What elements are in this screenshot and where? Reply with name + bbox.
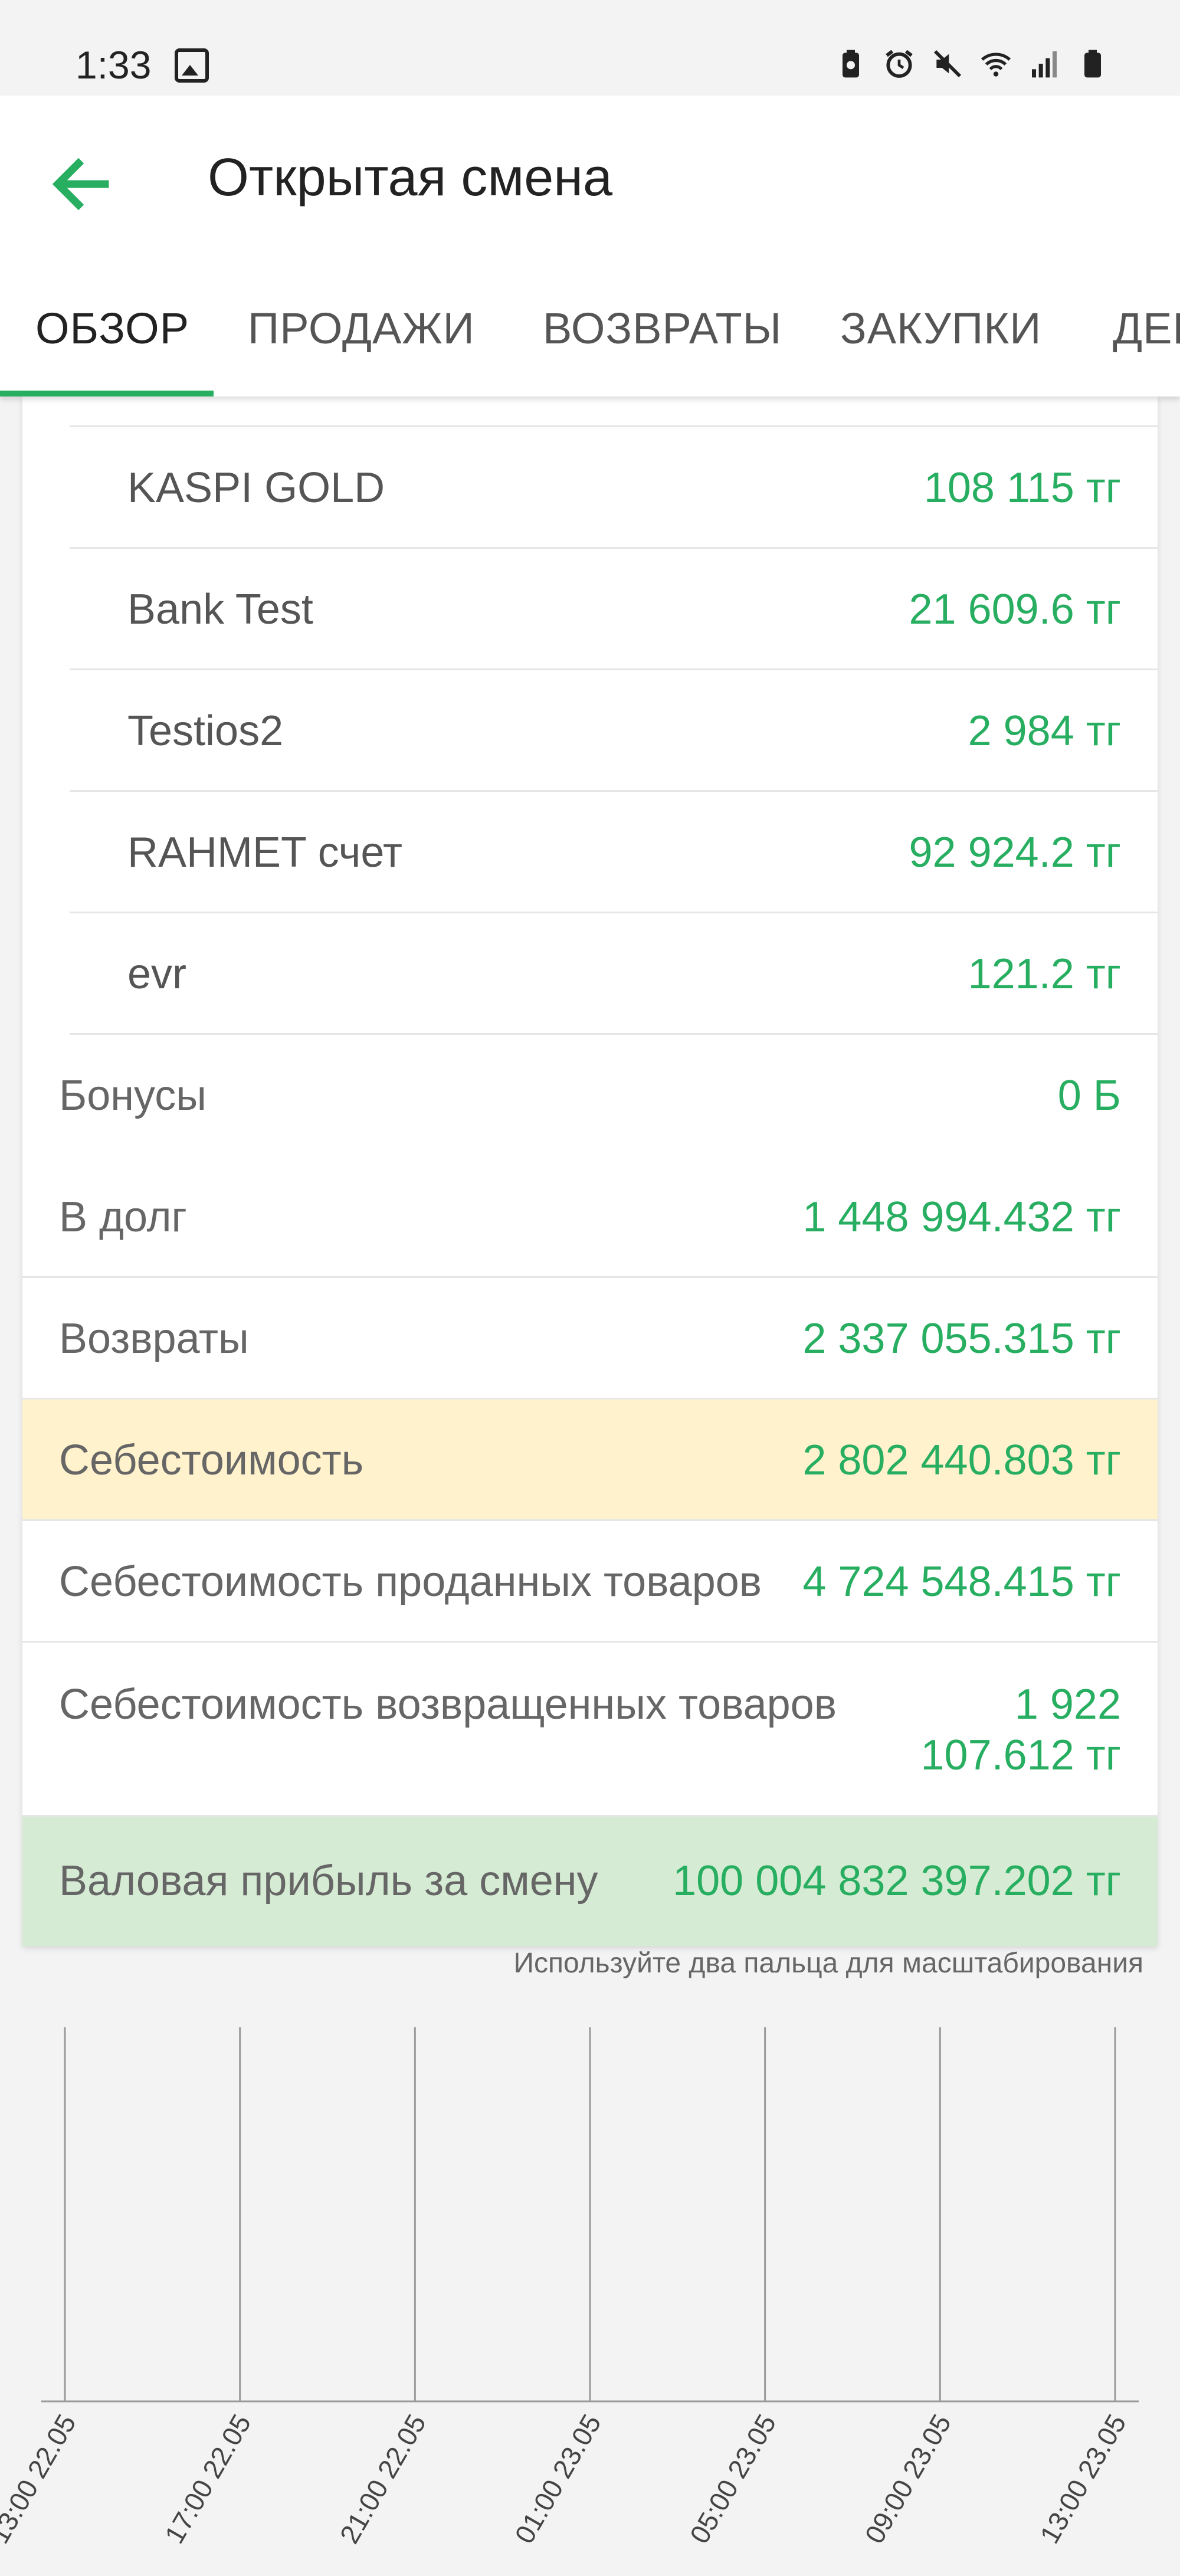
back-arrow-icon[interactable] <box>46 149 117 219</box>
zoom-hint: Используйте два пальца для масштабирован… <box>513 1948 1143 1979</box>
mute-icon <box>933 50 962 78</box>
bonuses-label: Бонусы <box>59 1072 206 1119</box>
shift-summary-card: KASPI GOLD 108 115 тг Bank Test 21 609.6… <box>22 396 1158 1946</box>
cost-returned-value-line2: 107.612 тг <box>920 1732 1121 1779</box>
payment-row-evr: evr 121.2 тг <box>70 913 1158 1035</box>
tab-overview[interactable]: ОБЗОР <box>35 273 189 396</box>
gross-profit-row: Валовая прибыль за смену 100 004 832 397… <box>22 1817 1158 1946</box>
returns-label: Возвраты <box>59 1315 249 1362</box>
x-tick-label: 13:00 22.05 <box>0 2409 82 2548</box>
cost-returned-value-line1: 1 922 <box>1014 1681 1121 1728</box>
cost-returned-row: Себестоимость возвращенных товаров 1 922… <box>22 1643 1158 1817</box>
payment-label: Testios2 <box>127 707 284 755</box>
tab-returns[interactable]: ВОЗВРАТЫ <box>543 273 782 396</box>
payment-label: evr <box>127 951 187 998</box>
payment-row-bank-test: Bank Test 21 609.6 тг <box>70 549 1158 670</box>
cost-row: Себестоимость 2 802 440.803 тг <box>22 1400 1158 1521</box>
battery-saver-icon <box>843 50 859 78</box>
x-tick-label: 05:00 23.05 <box>684 2409 782 2548</box>
payment-label: Bank Test <box>127 586 313 633</box>
tab-bar: ОБЗОР ПРОДАЖИ ВОЗВРАТЫ ЗАКУПКИ ДЕН <box>0 273 1180 396</box>
payment-row-kaspi-gold: KASPI GOLD 108 115 тг <box>70 427 1158 549</box>
payment-value: 108 115 тг <box>923 464 1121 512</box>
payment-row-rahmet: RAHMET счет 92 924.2 тг <box>70 792 1158 913</box>
x-tick-label: 21:00 22.05 <box>333 2409 432 2548</box>
debt-value: 1 448 994.432 тг <box>802 1194 1121 1241</box>
page-title: Открытая смена <box>208 148 613 207</box>
payment-row-testios2: Testios2 2 984 тг <box>70 670 1158 792</box>
bonuses-row: Бонусы 0 Б <box>22 1035 1158 1156</box>
payment-label: KASPI GOLD <box>127 464 385 512</box>
list-item-partial <box>70 396 1158 427</box>
returns-row: Возвраты 2 337 055.315 тг <box>22 1278 1158 1400</box>
tab-indicator <box>0 391 214 396</box>
payment-value: 121.2 тг <box>968 951 1121 998</box>
payment-value: 92 924.2 тг <box>909 829 1121 876</box>
cost-value: 2 802 440.803 тг <box>802 1437 1121 1484</box>
tab-purchases[interactable]: ЗАКУПКИ <box>840 273 1041 396</box>
debt-label: В долг <box>59 1194 187 1241</box>
cost-returned-label: Себестоимость возвращенных товаров <box>59 1681 837 1728</box>
cost-sold-label: Себестоимость проданных товаров <box>59 1558 762 1605</box>
status-icons <box>834 45 1109 83</box>
sales-chart[interactable]: 13:00 22.05 17:00 22.05 21:00 22.05 01:00 2… <box>0 2006 1180 2576</box>
tab-money[interactable]: ДЕН <box>1113 273 1180 396</box>
cost-label: Себестоимость <box>59 1437 364 1484</box>
payment-label: RAHMET счет <box>127 829 403 876</box>
gallery-notification-icon <box>175 48 209 83</box>
x-tick-label: 09:00 23.05 <box>858 2409 957 2548</box>
payment-value: 21 609.6 тг <box>909 586 1121 633</box>
cost-returned-value: 1 922 107.612 тг <box>920 1679 1121 1781</box>
x-tick-label: 17:00 22.05 <box>159 2409 257 2548</box>
bonuses-value: 0 Б <box>1057 1072 1121 1119</box>
gross-profit-value: 100 004 832 397.202 тг <box>673 1857 1121 1905</box>
app-bar: Открытая смена ОБЗОР ПРОДАЖИ ВОЗВРАТЫ ЗА… <box>0 96 1180 396</box>
alarm-icon <box>886 50 913 78</box>
gross-profit-label: Валовая прибыль за смену <box>59 1857 598 1905</box>
status-time: 1:33 <box>76 43 152 87</box>
debt-row: В долг 1 448 994.432 тг <box>22 1156 1158 1278</box>
x-tick-label: 01:00 23.05 <box>509 2409 607 2548</box>
signal-icon <box>1032 51 1057 78</box>
returns-value: 2 337 055.315 тг <box>802 1315 1121 1362</box>
payment-value: 2 984 тг <box>968 707 1121 755</box>
wifi-icon <box>981 53 1011 77</box>
status-bar: 1:33 <box>0 0 1180 96</box>
battery-icon <box>1084 50 1101 78</box>
cost-sold-value: 4 724 548.415 тг <box>802 1558 1121 1605</box>
cost-sold-row: Себестоимость проданных товаров 4 724 54… <box>22 1521 1158 1643</box>
tab-sales[interactable]: ПРОДАЖИ <box>248 273 475 396</box>
x-tick-label: 13:00 23.05 <box>1034 2409 1132 2548</box>
